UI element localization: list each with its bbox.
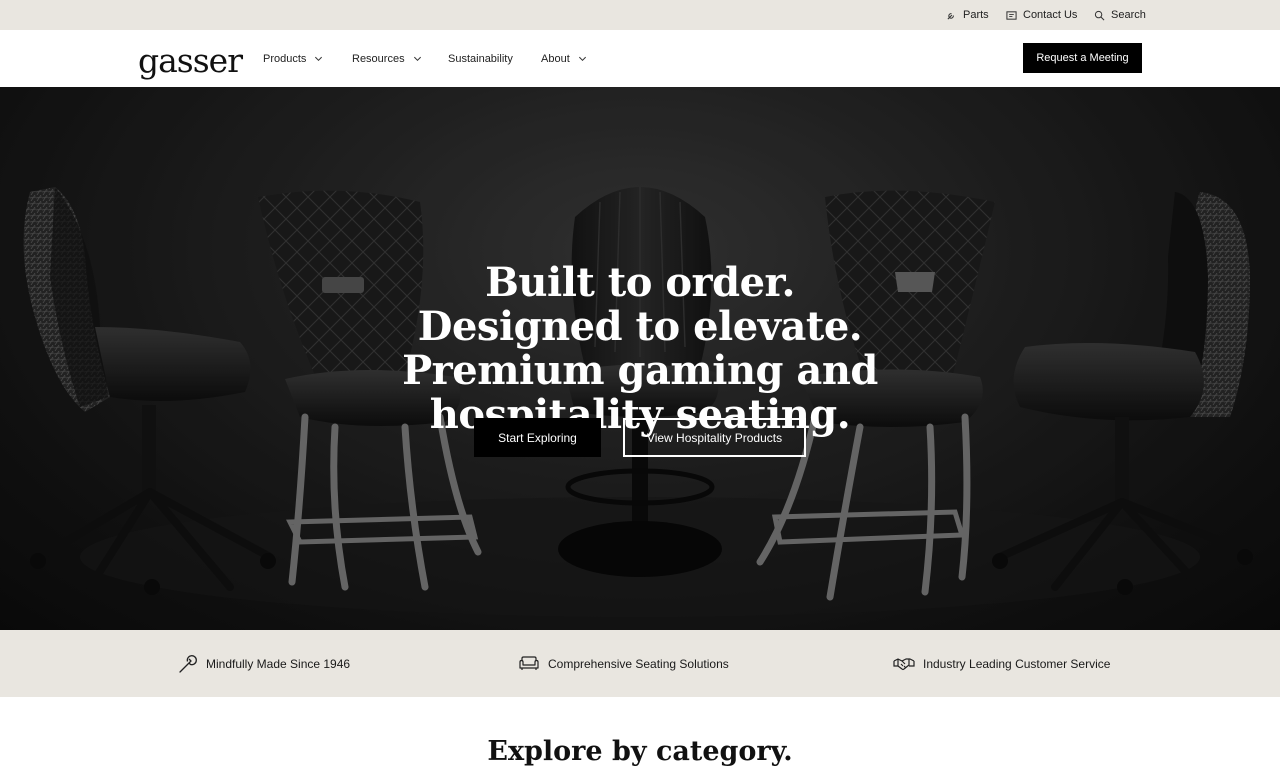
chevron-down-icon [413, 56, 421, 62]
nav-item-products[interactable]: Products [263, 30, 323, 87]
start-exploring-button[interactable]: Start Exploring [474, 418, 601, 457]
hero-title: Built to order. Designed to elevate. Pre… [402, 259, 878, 438]
chevron-down-icon [578, 56, 586, 62]
feature-customer-service: Industry Leading Customer Service [893, 630, 1110, 697]
sofa-icon [519, 655, 539, 670]
hero-section: Built to order. Designed to elevate. Pre… [0, 87, 1280, 630]
request-meeting-button[interactable]: Request a Meeting [1023, 43, 1142, 73]
feature-seating-solutions-label: Comprehensive Seating Solutions [548, 656, 729, 671]
search-label: Search [1111, 9, 1146, 21]
category-heading: Explore by category. [487, 736, 793, 767]
utility-bar: Parts Contact Us Search [0, 0, 1280, 30]
nav-item-resources-label: Resources [352, 52, 405, 65]
chevron-down-icon [315, 56, 323, 62]
nav-item-sustainability-label: Sustainability [448, 52, 513, 65]
nav-item-about-label: About [541, 52, 570, 65]
message-icon [1006, 10, 1017, 20]
parts-label: Parts [963, 9, 989, 21]
nav-item-about[interactable]: About [541, 30, 587, 87]
feature-customer-service-label: Industry Leading Customer Service [923, 656, 1111, 671]
search-link[interactable]: Search [1094, 0, 1146, 30]
contact-us-link[interactable]: Contact Us [1006, 0, 1077, 30]
parts-link[interactable]: Parts [946, 0, 989, 30]
view-hospitality-button[interactable]: View Hospitality Products [623, 418, 806, 457]
main-navigation: gasser Products Resources Sustainability… [0, 30, 1280, 87]
handshake-icon [893, 657, 915, 670]
gasser-logo[interactable]: gasser [138, 44, 243, 77]
nav-item-resources[interactable]: Resources [352, 30, 422, 87]
nav-item-products-label: Products [263, 52, 307, 65]
feature-mindfully-made: Mindfully Made Since 1946 [178, 630, 350, 697]
feature-mindfully-made-label: Mindfully Made Since 1946 [206, 656, 351, 671]
feature-strip: Mindfully Made Since 1946 Comprehensive … [0, 630, 1280, 697]
nav-item-sustainability[interactable]: Sustainability [448, 30, 513, 87]
contact-us-label: Contact Us [1023, 9, 1078, 21]
wrench-icon [179, 654, 197, 673]
feature-seating-solutions: Comprehensive Seating Solutions [518, 630, 729, 697]
wrench-icon [947, 12, 954, 20]
search-icon [1094, 10, 1105, 20]
